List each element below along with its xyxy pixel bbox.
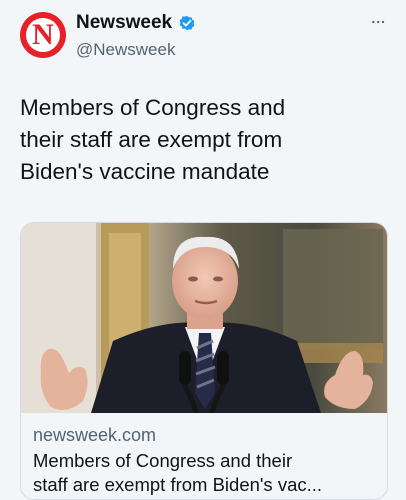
- more-options-icon[interactable]: ...: [371, 10, 386, 26]
- author-name-row[interactable]: Newsweek: [76, 12, 197, 34]
- author-handle[interactable]: @Newsweek: [76, 40, 175, 60]
- card-title-line: Members of Congress and their: [33, 450, 293, 471]
- author-name[interactable]: Newsweek: [76, 12, 172, 34]
- card-domain[interactable]: newsweek.com: [33, 425, 156, 446]
- tweet-text-line: Members of Congress and: [20, 95, 286, 120]
- tweet-text-line: their staff are exempt from: [20, 127, 283, 152]
- tweet-text-line: Biden's vaccine mandate: [20, 159, 270, 184]
- tweet-text: Members of Congress and their staff are …: [20, 92, 392, 188]
- verified-badge-icon: [179, 15, 195, 31]
- tweet: N Newsweek @Newsweek ... Members of Cong…: [0, 0, 406, 500]
- card-title-line: staff are exempt from Biden's vac...: [33, 474, 323, 495]
- newsweek-logo: N: [26, 18, 60, 52]
- link-preview-card[interactable]: newsweek.com Members of Congress and the…: [20, 222, 388, 500]
- card-title[interactable]: Members of Congress and their staff are …: [33, 449, 379, 497]
- card-image: [21, 223, 387, 413]
- avatar[interactable]: N: [20, 12, 66, 58]
